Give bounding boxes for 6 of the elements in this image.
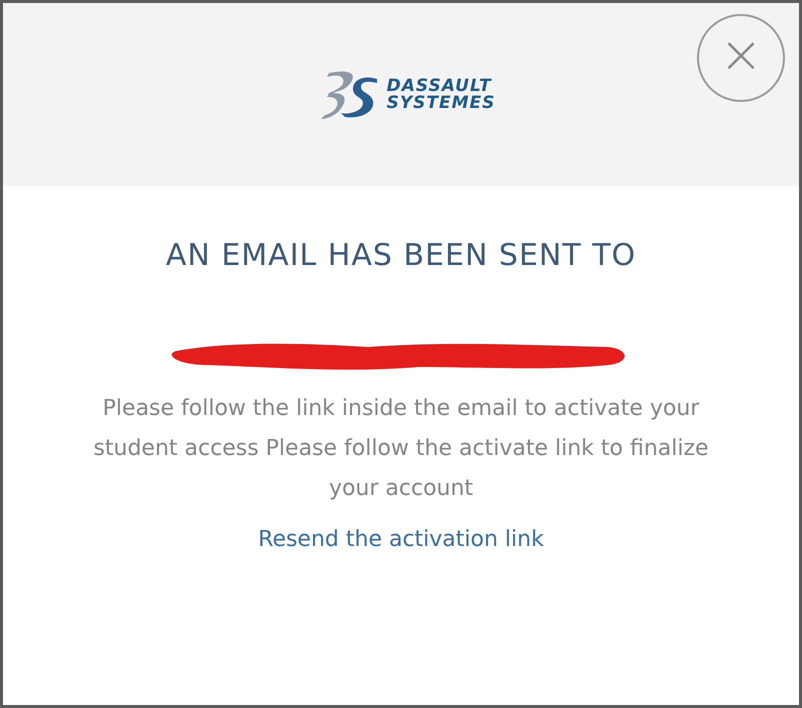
resend-link[interactable]: Resend the activation link: [258, 527, 544, 552]
logo-wordmark: SYSTEMES: [386, 94, 496, 112]
close-button[interactable]: ×: [697, 14, 785, 102]
dialog-title: AN EMAIL HAS BEEN SENT TO: [166, 238, 636, 273]
instruction-text: Please follow the link inside the email to activate your student access Please follow the activate link to finalize your account: [92, 395, 710, 503]
logo-wordmark: DASSAULT: [386, 78, 492, 94]
